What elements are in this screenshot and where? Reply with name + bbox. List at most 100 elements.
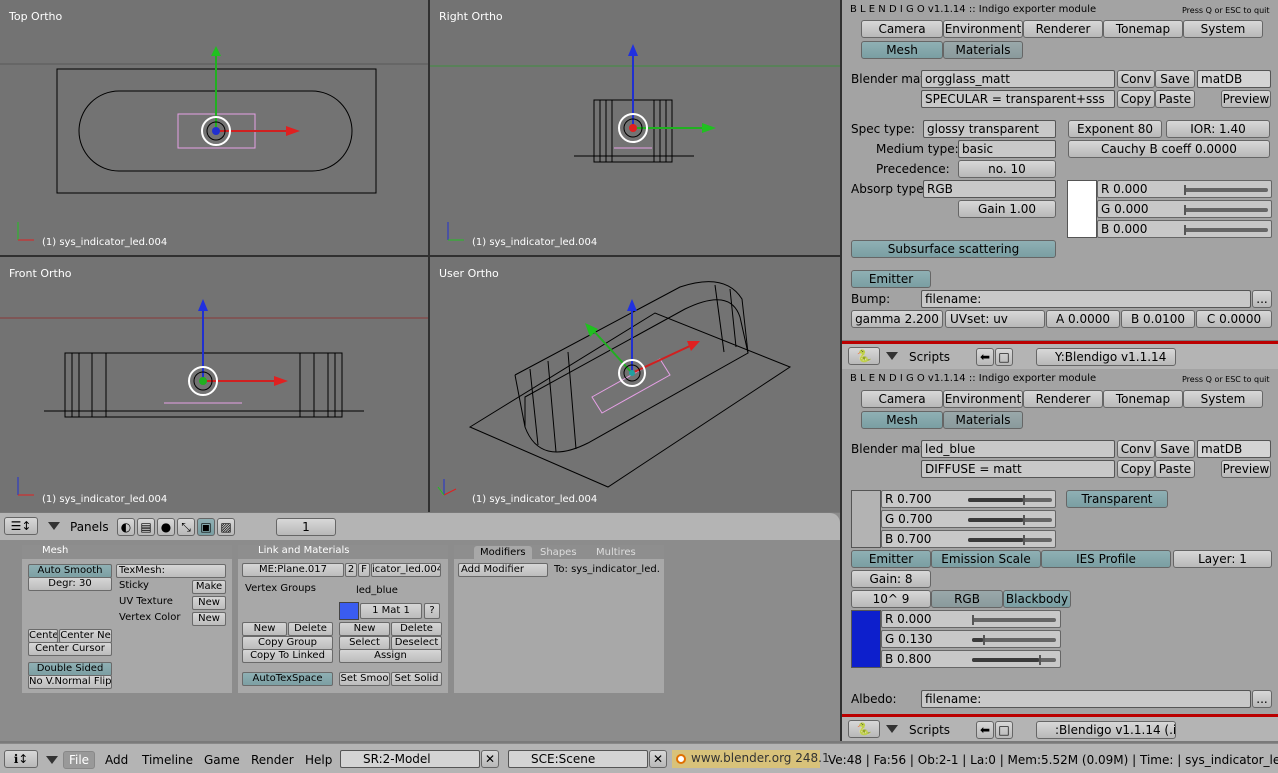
copy-button[interactable]: Copy	[1117, 90, 1155, 108]
script-window-type-icon[interactable]: 🐍	[848, 347, 880, 365]
viewport-front-ortho[interactable]: Front Ortho (1) sys_indicator_led.004	[0, 257, 428, 512]
ior-field[interactable]: IOR: 1.40	[1166, 120, 1270, 138]
info-window-type-icon[interactable]: ℹ↕	[4, 750, 38, 768]
fullscreen-icon[interactable]: □	[995, 348, 1013, 366]
rgb-button[interactable]: RGB	[931, 590, 1003, 608]
collapse-triangle-icon[interactable]	[886, 352, 898, 360]
mesh-name-field[interactable]: ME:Plane.017	[242, 563, 344, 577]
material-delete-button[interactable]: Delete	[391, 622, 442, 636]
blender-mat-select[interactable]: orgglass_matt	[921, 70, 1115, 88]
collapse-triangle-icon[interactable]	[46, 756, 58, 764]
fullscreen-icon[interactable]: □	[995, 721, 1013, 739]
b-coef-field[interactable]: B 0.0100	[1121, 310, 1195, 328]
center-cursor-button[interactable]: Center Cursor	[28, 642, 112, 656]
scene-select[interactable]: SCE:Scene	[508, 750, 648, 768]
shading-context-icon[interactable]: ●	[157, 518, 175, 536]
back-arrow-icon[interactable]: ⬅	[976, 721, 994, 739]
copy-to-linked-button[interactable]: Copy To Linked	[242, 649, 333, 663]
emit-b-slider[interactable]: B 0.800	[881, 650, 1061, 668]
set-solid-button[interactable]: Set Solid	[391, 672, 442, 686]
screen-select[interactable]: SR:2-Model	[340, 750, 480, 768]
material-type-select[interactable]: SPECULAR = transparent+sss	[921, 90, 1115, 108]
viewport-user-ortho[interactable]: User Ortho (1) sys_indicator_led.004	[430, 257, 840, 512]
b-slider[interactable]: B 0.000	[1097, 220, 1272, 238]
viewport-top-ortho[interactable]: Top Ortho (1) sys_indicator_led.004	[0, 0, 428, 255]
material-index-field[interactable]: 1 Mat 1	[360, 603, 422, 619]
tab-tonemap[interactable]: Tonemap	[1103, 20, 1183, 38]
paste-button[interactable]: Paste	[1155, 460, 1195, 478]
albedo-filename-field[interactable]: filename:	[921, 690, 1251, 708]
page-number-field[interactable]: 1	[276, 518, 336, 536]
paste-button[interactable]: Paste	[1155, 90, 1195, 108]
script-window-type-icon[interactable]: 🐍	[848, 720, 880, 738]
emitter-button[interactable]: Emitter	[851, 550, 931, 568]
c-coef-field[interactable]: C 0.0000	[1196, 310, 1272, 328]
preview-button[interactable]: Preview	[1221, 460, 1271, 478]
viewport-right-ortho[interactable]: Right Ortho (1) sys_indicator_led.004	[430, 0, 840, 255]
logic-context-icon[interactable]: ◐	[117, 518, 135, 536]
tab-camera[interactable]: Camera	[861, 390, 943, 408]
diffuse-color-swatch[interactable]	[851, 490, 881, 548]
matdb-select[interactable]: matDB	[1197, 70, 1271, 88]
conv-button[interactable]: Conv	[1117, 70, 1155, 88]
emit-power-field[interactable]: 10^ 9	[851, 590, 931, 608]
auto-smooth-button[interactable]: Auto Smooth	[28, 564, 112, 578]
center-new-button[interactable]: Center Ne	[59, 629, 112, 643]
tab-modifiers[interactable]: Modifiers	[474, 546, 532, 559]
add-modifier-button[interactable]: Add Modifier	[458, 563, 548, 577]
bump-browse-button[interactable]: ...	[1252, 290, 1272, 308]
g-slider[interactable]: G 0.000	[1097, 200, 1272, 218]
save-button[interactable]: Save	[1155, 70, 1195, 88]
conv-button[interactable]: Conv	[1117, 440, 1155, 458]
uv-new-button[interactable]: New	[192, 596, 226, 610]
blender-mat-select[interactable]: led_blue	[921, 440, 1115, 458]
subsurface-scattering-button[interactable]: Subsurface scattering	[851, 240, 1056, 258]
emitter-button[interactable]: Emitter	[851, 270, 931, 288]
tab-camera[interactable]: Camera	[861, 20, 943, 38]
object-context-icon[interactable]: ⤡	[177, 518, 195, 536]
screen-delete-close-icon[interactable]: ✕	[481, 750, 499, 768]
script-context-icon[interactable]: ▤	[137, 518, 155, 536]
scripts-menu[interactable]: Scripts	[909, 350, 950, 364]
window-type-menu[interactable]: ☰↕	[4, 517, 38, 535]
tab-tonemap[interactable]: Tonemap	[1103, 390, 1183, 408]
blackbody-button[interactable]: Blackbody	[1003, 590, 1071, 608]
tab-system[interactable]: System	[1183, 390, 1263, 408]
gamma-field[interactable]: gamma 2.200	[851, 310, 943, 328]
material-help-button[interactable]: ?	[424, 603, 440, 619]
menu-render[interactable]: Render	[251, 753, 294, 767]
emit-g-slider[interactable]: G 0.130	[881, 630, 1061, 648]
medium-type-select[interactable]: basic	[958, 140, 1056, 158]
a-coef-field[interactable]: A 0.0000	[1046, 310, 1120, 328]
copy-group-button[interactable]: Copy Group	[242, 636, 333, 650]
tab-renderer[interactable]: Renderer	[1023, 390, 1103, 408]
spec-type-select[interactable]: glossy transparent	[923, 120, 1056, 138]
editing-context-icon[interactable]: ▣	[197, 518, 215, 536]
preview-button[interactable]: Preview	[1221, 90, 1271, 108]
r-slider[interactable]: R 0.000	[1097, 180, 1272, 198]
scene-context-icon[interactable]: ▨	[217, 518, 235, 536]
script-name-field[interactable]: Y:Blendigo v1.1.14	[1036, 348, 1176, 366]
absorp-type-select[interactable]: RGB	[923, 180, 1056, 198]
collapse-triangle-icon[interactable]	[48, 522, 60, 530]
vgroup-delete-button[interactable]: Delete	[288, 622, 333, 636]
gain-field[interactable]: Gain 1.00	[958, 200, 1056, 218]
diffuse-r-slider[interactable]: R 0.700	[881, 490, 1056, 508]
sticky-make-button[interactable]: Make	[192, 580, 226, 594]
back-arrow-icon[interactable]: ⬅	[976, 348, 994, 366]
tab-shapes[interactable]: Shapes	[534, 546, 583, 559]
layer-field[interactable]: Layer: 1	[1173, 550, 1272, 568]
degr-field[interactable]: Degr: 30	[28, 577, 112, 591]
material-type-select[interactable]: DIFFUSE = matt	[921, 460, 1115, 478]
vcol-new-button[interactable]: New	[192, 612, 226, 626]
emit-gain-field[interactable]: Gain: 8	[851, 570, 931, 588]
bump-filename-field[interactable]: filename:	[921, 290, 1251, 308]
set-smooth-button[interactable]: Set Smoo	[339, 672, 390, 686]
material-new-button[interactable]: New	[339, 622, 390, 636]
precedence-field[interactable]: no. 10	[958, 160, 1056, 178]
save-button[interactable]: Save	[1155, 440, 1195, 458]
object-name-field[interactable]: icator_led.004	[371, 563, 441, 577]
double-sided-button[interactable]: Double Sided	[28, 662, 112, 676]
menu-game[interactable]: Game	[204, 753, 240, 767]
emit-r-slider[interactable]: R 0.000	[881, 610, 1061, 628]
